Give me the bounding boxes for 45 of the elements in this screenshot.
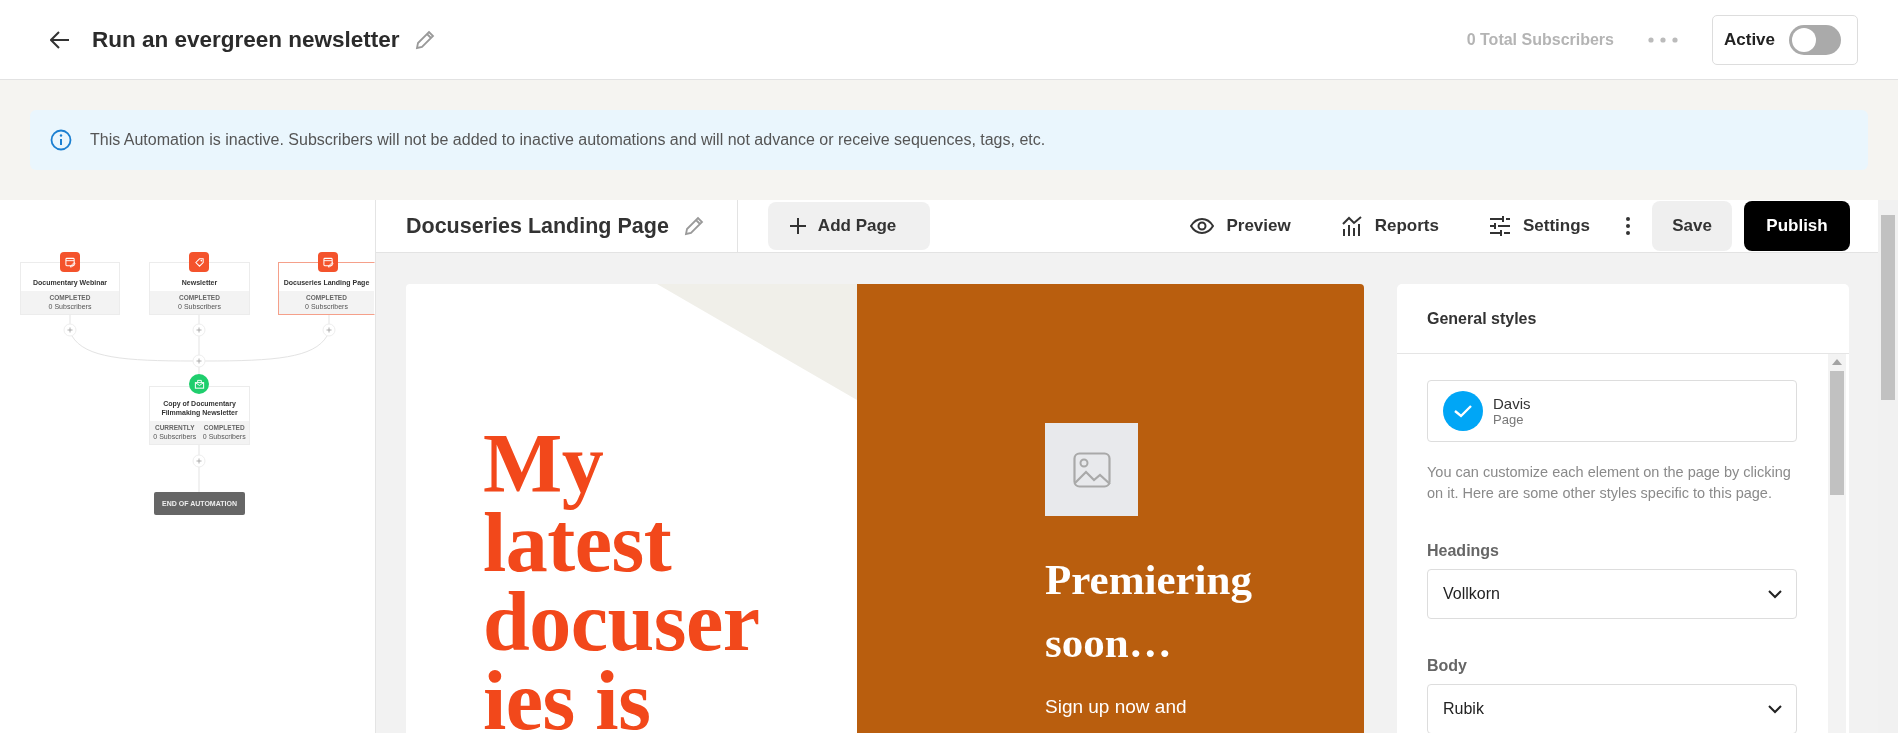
font-select[interactable]: Vollkorn xyxy=(1427,569,1797,619)
add-step-icon[interactable] xyxy=(192,454,206,468)
page-body-text: Sign up now and xyxy=(1045,696,1188,718)
image-placeholder[interactable] xyxy=(1045,423,1138,516)
panel-title: General styles xyxy=(1397,284,1849,354)
add-page-button[interactable]: Add Page xyxy=(767,202,930,250)
subscriber-count: 0 Total Subscribers xyxy=(1466,30,1614,49)
page-headline: My latest docuser ies is xyxy=(483,424,761,733)
font-select[interactable]: Rubik xyxy=(1427,684,1797,733)
toolbar-button[interactable]: Preview xyxy=(1190,216,1291,236)
scroll-up-icon[interactable] xyxy=(1832,359,1842,365)
active-label: Active xyxy=(1724,29,1776,50)
active-toggle[interactable] xyxy=(1789,24,1842,55)
save-button[interactable]: Save xyxy=(1652,201,1732,251)
publish-button[interactable]: Publish xyxy=(1744,201,1850,251)
panel-description: You can customize each element on the page by clicking on it. Here are some other styles specific to this page. xyxy=(1427,463,1792,503)
add-step-icon[interactable] xyxy=(192,354,206,368)
chevron-down-icon xyxy=(1768,589,1782,599)
add-step-icon[interactable] xyxy=(63,323,77,337)
eye-icon xyxy=(1190,218,1215,234)
toolbar-button[interactable]: Settings xyxy=(1488,216,1590,236)
add-step-icon[interactable] xyxy=(192,323,206,337)
image-icon xyxy=(1072,451,1111,488)
page-title: Docuseries Landing Page xyxy=(406,213,669,239)
field-label: Headings xyxy=(1427,542,1500,560)
sliders-icon xyxy=(1488,216,1511,236)
more-icon[interactable] xyxy=(1626,217,1630,235)
pencil-icon[interactable] xyxy=(413,28,436,51)
plus-icon xyxy=(789,218,806,234)
chevron-down-icon xyxy=(1768,704,1782,714)
font-theme-card[interactable]: Davis Page xyxy=(1427,380,1797,442)
info-icon xyxy=(50,129,72,151)
scrollbar[interactable] xyxy=(1828,354,1846,733)
chart-icon xyxy=(1340,215,1363,237)
automation-title: Run an evergreen newsletter xyxy=(92,26,400,53)
page-subheading: Premiering soon… xyxy=(1045,555,1253,668)
field-label: Body xyxy=(1427,657,1468,675)
check-icon xyxy=(1443,391,1483,431)
theme-type: Page xyxy=(1493,412,1525,427)
toolbar-button[interactable]: Reports xyxy=(1340,215,1439,237)
add-step-icon[interactable] xyxy=(322,323,336,337)
banner-message: This Automation is inactive. Subscribers will not be added to inactive automations and will not advance or receive sequences, tags, etc. xyxy=(90,131,1046,149)
pencil-icon[interactable] xyxy=(682,215,705,237)
back-arrow-icon[interactable] xyxy=(50,30,70,49)
theme-name: Davis xyxy=(1493,395,1531,412)
